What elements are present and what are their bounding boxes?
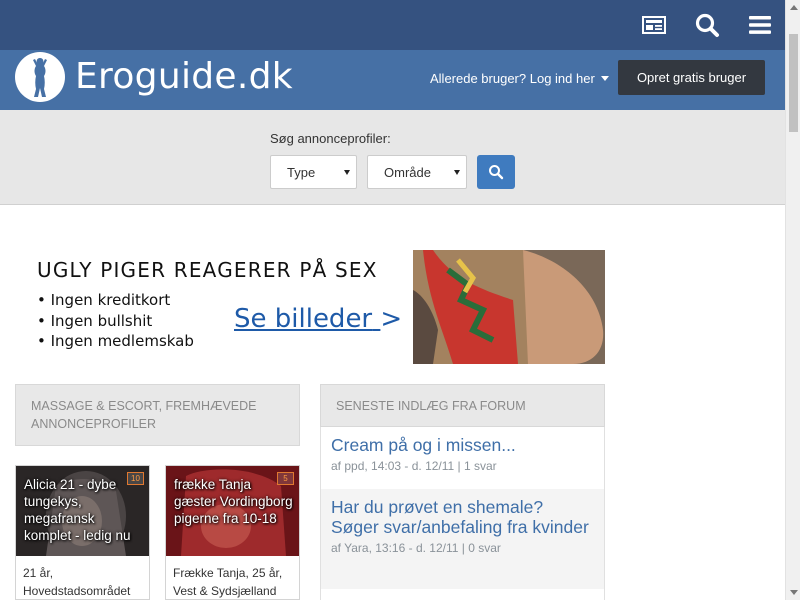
chevron-down-icon <box>344 170 350 175</box>
profile-card-meta: Frække Tanja, 25 år, Vest & Sydsjælland <box>173 564 283 599</box>
photo-count-badge: 5 <box>277 472 294 485</box>
forum-post-meta: af Yara, 13:16 - d. 12/11 | 0 svar <box>331 541 501 555</box>
photo-count-badge: 10 <box>127 472 144 485</box>
forum-post-title[interactable]: Cream på og i missen... <box>331 435 593 455</box>
banner-bullet: • Ingen kreditkort <box>37 291 171 309</box>
signup-button[interactable]: Opret gratis bruger <box>618 60 765 95</box>
profile-region: Hovedstadsområdet <box>23 584 131 598</box>
ad-banner[interactable]: UGLY PIGER REAGERER PÅ SEX • Ingen kredi… <box>15 250 605 364</box>
search-icon[interactable] <box>694 12 720 38</box>
banner-bullet: • Ingen medlemskab <box>37 332 194 350</box>
search-icon <box>489 165 504 180</box>
brand-name[interactable]: Eroguide.dk <box>75 56 293 97</box>
profile-region: Vest & Sydsjælland <box>173 584 277 598</box>
forum-post[interactable]: Cream på og i missen... af ppd, 14:03 - … <box>320 427 604 489</box>
profile-age: 21 år, <box>23 566 54 580</box>
forum-post-title[interactable]: Har du prøvet en shemale? Søger svar/anb… <box>331 497 593 537</box>
chevron-right-icon: > <box>380 304 403 334</box>
forum-heading: SENESTE INDLÆG FRA FORUM <box>320 384 605 427</box>
area-select-value: Område <box>384 164 431 180</box>
profile-name-age: Frække Tanja, 25 år, <box>173 566 283 580</box>
profile-card-title: Alicia 21 - dybe tungekys, megafransk ko… <box>24 477 131 543</box>
forum-post-meta: af ppd, 14:03 - d. 12/11 | 1 svar <box>331 459 497 473</box>
type-select-value: Type <box>287 164 316 180</box>
banner-image <box>413 250 605 364</box>
type-select[interactable]: Type <box>270 155 357 189</box>
profile-card-meta: 21 år, Hovedstadsområdet <box>23 564 131 599</box>
profile-card[interactable]: Alicia 21 - dybe tungekys, megafransk ko… <box>15 465 150 600</box>
profile-card-title: frække Tanja gæster Vordingborg pigerne … <box>174 477 293 526</box>
logo-icon[interactable] <box>15 52 65 102</box>
banner-cta-label: Se billeder <box>234 304 373 334</box>
banner-bullet-list: • Ingen kreditkort • Ingen bullshit • In… <box>37 290 194 352</box>
profile-card[interactable]: frække Tanja gæster Vordingborg pigerne … <box>165 465 300 600</box>
search-label: Søg annonceprofiler: <box>270 131 391 146</box>
vertical-scrollbar[interactable] <box>785 0 800 600</box>
top-nav-bar <box>0 0 785 50</box>
login-dropdown[interactable]: Allerede bruger? Log ind her <box>430 71 609 86</box>
chevron-down-icon <box>454 170 460 175</box>
login-link-label: Allerede bruger? Log ind her <box>430 71 595 86</box>
scroll-up-icon[interactable] <box>790 5 798 10</box>
banner-cta-link[interactable]: Se billeder > <box>234 304 402 334</box>
scroll-down-icon[interactable] <box>790 590 798 595</box>
forum-post[interactable]: Har du prøvet en shemale? Søger svar/anb… <box>320 489 604 589</box>
menu-icon[interactable] <box>747 12 773 38</box>
area-select[interactable]: Område <box>367 155 467 189</box>
banner-bullet: • Ingen bullshit <box>37 311 153 330</box>
forum-border-left <box>320 427 321 600</box>
forum-border-right <box>604 427 605 600</box>
search-button[interactable] <box>477 155 515 189</box>
caret-down-icon <box>600 76 609 81</box>
banner-title: UGLY PIGER REAGERER PÅ SEX <box>37 258 378 282</box>
scrollbar-thumb[interactable] <box>789 34 798 132</box>
newspaper-icon[interactable] <box>641 12 667 38</box>
featured-heading: MASSAGE & ESCORT, FREMHÆVEDE ANNONCEPROF… <box>15 384 300 446</box>
